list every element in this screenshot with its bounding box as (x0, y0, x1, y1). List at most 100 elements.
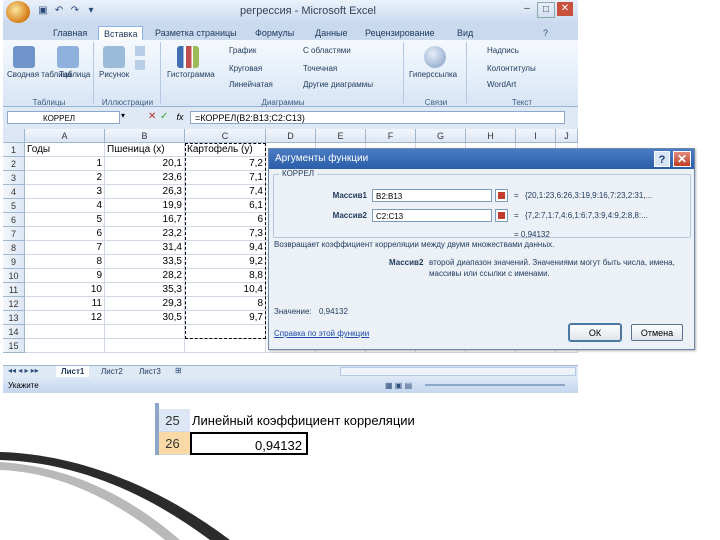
sheet-nav-icon[interactable]: ◂◂ ◂ ▸ ▸▸ (8, 366, 39, 375)
row-header[interactable]: 3 (3, 171, 25, 185)
cell-b[interactable]: 19,9 (105, 199, 185, 213)
cell-b[interactable]: Пшеница (x) (105, 143, 185, 157)
minimize-button[interactable]: – (519, 2, 535, 16)
col-header-i[interactable]: I (516, 129, 556, 143)
row-header[interactable]: 2 (3, 157, 25, 171)
insert-function-button[interactable]: fx (173, 111, 187, 124)
sheet-tab-1[interactable]: Лист1 (56, 366, 90, 377)
row-header[interactable]: 7 (3, 227, 25, 241)
hyperlink-button[interactable]: Гиперссылка (409, 70, 457, 79)
enter-icon[interactable]: ✓ (160, 111, 168, 122)
maximize-button[interactable]: □ (537, 2, 555, 18)
shapes-icon[interactable] (135, 60, 145, 70)
cell-a[interactable]: 8 (25, 255, 105, 269)
wordart-button[interactable]: WordArt (487, 80, 516, 89)
table-icon[interactable] (57, 46, 79, 68)
cell-a[interactable]: Годы (25, 143, 105, 157)
cell-b[interactable]: 26,3 (105, 185, 185, 199)
cell-a[interactable]: 2 (25, 171, 105, 185)
area-button[interactable]: С областями (303, 46, 351, 55)
col-header-c[interactable]: C (185, 129, 266, 143)
dialog-help-button[interactable]: ? (654, 151, 670, 167)
horizontal-scrollbar[interactable] (340, 367, 576, 376)
row-header[interactable]: 12 (3, 297, 25, 311)
cell-b[interactable]: 33,5 (105, 255, 185, 269)
col-header-h[interactable]: H (466, 129, 516, 143)
row-header[interactable]: 15 (3, 339, 25, 353)
customize-icon[interactable]: ▾ (85, 5, 97, 17)
redo-icon[interactable]: ↷ (69, 5, 81, 17)
picture-button[interactable]: Рисунок (99, 70, 129, 79)
tab-page-layout[interactable]: Разметка страницы (155, 26, 237, 40)
view-buttons-icon[interactable]: ▦ ▣ ▤ (385, 381, 412, 390)
select-all-corner[interactable] (3, 129, 25, 143)
row-header[interactable]: 5 (3, 199, 25, 213)
row-header[interactable]: 11 (3, 283, 25, 297)
cell-a[interactable]: 10 (25, 283, 105, 297)
cell-b[interactable]: 31,4 (105, 241, 185, 255)
col-header-f[interactable]: F (366, 129, 416, 143)
linear-button[interactable]: Линейчатая (229, 80, 273, 89)
table-button[interactable]: Таблица (59, 70, 90, 79)
col-header-d[interactable]: D (266, 129, 316, 143)
cell-a[interactable]: 1 (25, 157, 105, 171)
cell-c[interactable] (185, 339, 266, 353)
dialog-close-button[interactable]: ✕ (673, 151, 691, 167)
name-box-dropdown-icon[interactable]: ▾ (121, 111, 125, 120)
cell-b[interactable]: 29,3 (105, 297, 185, 311)
array1-collapse-icon[interactable] (495, 189, 508, 202)
cell-a[interactable]: 12 (25, 311, 105, 325)
row-header[interactable]: 10 (3, 269, 25, 283)
array1-input[interactable]: B2:B13 (372, 189, 492, 202)
row-header[interactable]: 4 (3, 185, 25, 199)
scatter-button[interactable]: Точечная (303, 64, 337, 73)
tab-insert[interactable]: Вставка (98, 26, 144, 41)
cell-a[interactable]: 4 (25, 199, 105, 213)
array2-collapse-icon[interactable] (495, 209, 508, 222)
tab-review[interactable]: Рецензирование (365, 26, 435, 40)
row-header[interactable]: 14 (3, 325, 25, 339)
col-header-g[interactable]: G (416, 129, 466, 143)
row-header[interactable]: 6 (3, 213, 25, 227)
cell-a[interactable]: 9 (25, 269, 105, 283)
col-header-j[interactable]: J (556, 129, 578, 143)
cell-b[interactable]: 20,1 (105, 157, 185, 171)
cell-b[interactable]: 30,5 (105, 311, 185, 325)
sheet-tab-3[interactable]: Лист3 (134, 366, 166, 377)
cell-a[interactable] (25, 339, 105, 353)
cell-a[interactable]: 6 (25, 227, 105, 241)
cell-a[interactable]: 5 (25, 213, 105, 227)
tab-formulas[interactable]: Формулы (255, 26, 294, 40)
name-box[interactable]: КОРРЕЛ (7, 111, 120, 124)
cell-b[interactable]: 23,2 (105, 227, 185, 241)
picture-icon[interactable] (103, 46, 125, 68)
tab-view[interactable]: Вид (457, 26, 473, 40)
col-header-a[interactable]: A (25, 129, 105, 143)
save-icon[interactable]: ▣ (37, 5, 49, 17)
col-header-b[interactable]: B (105, 129, 185, 143)
tab-data[interactable]: Данные (315, 26, 348, 40)
clipart-icon[interactable] (135, 46, 145, 56)
row-header[interactable]: 1 (3, 143, 25, 157)
cell-a[interactable]: 11 (25, 297, 105, 311)
help-link[interactable]: Справка по этой функции (274, 329, 369, 338)
histogram-button[interactable]: Гистограмма (167, 70, 215, 79)
pivot-table-icon[interactable] (13, 46, 35, 68)
array2-input[interactable]: C2:C13 (372, 209, 492, 222)
graph-button[interactable]: График (229, 46, 256, 55)
formula-bar[interactable]: =КОРРЕЛ(B2:B13;C2:C13) (190, 111, 565, 124)
cell-a[interactable]: 7 (25, 241, 105, 255)
ok-button[interactable]: ОК (568, 323, 622, 342)
cell-b[interactable] (105, 325, 185, 339)
help-icon[interactable]: ? (543, 26, 548, 40)
cell-b[interactable]: 16,7 (105, 213, 185, 227)
cell-b[interactable]: 28,2 (105, 269, 185, 283)
undo-icon[interactable]: ↶ (53, 5, 65, 17)
tab-home[interactable]: Главная (53, 26, 87, 40)
office-button[interactable] (6, 1, 30, 23)
cancel-button[interactable]: Отмена (631, 324, 683, 341)
pie-button[interactable]: Круговая (229, 64, 262, 73)
cell-a[interactable] (25, 325, 105, 339)
row-header[interactable]: 8 (3, 241, 25, 255)
cell-b[interactable]: 23,6 (105, 171, 185, 185)
